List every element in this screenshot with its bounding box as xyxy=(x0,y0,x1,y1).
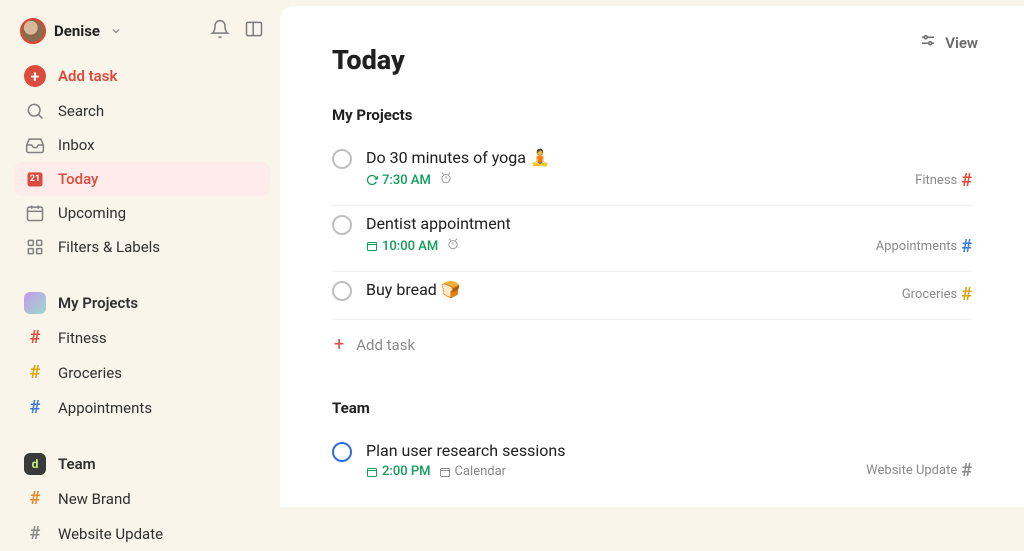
team-project-new-brand[interactable]: # New Brand xyxy=(14,481,270,516)
grid-icon xyxy=(24,237,46,257)
add-task-label: Add task xyxy=(58,67,117,85)
task-row[interactable]: Plan user research sessions 2:00 PM Cale… xyxy=(332,433,972,495)
recurring-icon xyxy=(366,174,378,186)
task-name: Do 30 minutes of yoga 🧘 xyxy=(366,148,972,167)
project-label: Appointments xyxy=(58,399,152,417)
task-checkbox[interactable] xyxy=(332,442,352,462)
plus-circle-icon: + xyxy=(24,65,46,87)
sidebar-header: Denise xyxy=(14,14,270,58)
main-panel: View Today My Projects Do 30 minutes of … xyxy=(280,6,1024,507)
link-icon xyxy=(439,466,451,478)
task-time: 10:00 AM xyxy=(366,239,438,254)
task-project-tag[interactable]: Fitness # xyxy=(915,170,972,191)
sidebar-item-label: Today xyxy=(58,170,98,188)
task-checkbox[interactable] xyxy=(332,149,352,169)
sidebar-projects-section: My Projects # Fitness # Groceries # Appo… xyxy=(14,286,270,425)
hash-icon: # xyxy=(961,170,972,191)
hash-icon: # xyxy=(30,327,41,348)
sidebar-item-upcoming[interactable]: Upcoming xyxy=(14,196,270,230)
project-label: New Brand xyxy=(58,490,131,508)
panel-toggle-icon[interactable] xyxy=(244,19,264,43)
task-body: Buy bread 🍞 xyxy=(366,280,972,303)
project-fitness[interactable]: # Fitness xyxy=(14,320,270,355)
task-project-tag[interactable]: Appointments # xyxy=(876,236,972,257)
task-group-team: Team Plan user research sessions 2:00 PM… xyxy=(332,399,972,495)
task-row[interactable]: Dentist appointment 10:00 AM Appointment… xyxy=(332,206,972,272)
sidebar-item-inbox[interactable]: Inbox xyxy=(14,128,270,162)
task-group-my-projects: My Projects Do 30 minutes of yoga 🧘 7:30… xyxy=(332,106,972,369)
sliders-icon xyxy=(919,32,937,54)
add-task-inline[interactable]: + Add task xyxy=(332,320,972,369)
project-groceries[interactable]: # Groceries xyxy=(14,355,270,390)
hash-icon: # xyxy=(961,460,972,481)
task-project-tag[interactable]: Website Update # xyxy=(866,460,972,481)
group-title: My Projects xyxy=(332,106,972,124)
hash-icon: # xyxy=(961,284,972,305)
task-meta: 7:30 AM xyxy=(366,171,972,189)
group-title: Team xyxy=(332,399,972,417)
project-label: Groceries xyxy=(58,364,122,382)
inbox-icon xyxy=(24,135,46,155)
sidebar-item-label: Search xyxy=(58,102,104,120)
chevron-down-icon xyxy=(110,22,122,41)
alarm-icon xyxy=(446,237,460,255)
user-name: Denise xyxy=(54,22,100,40)
alarm-icon xyxy=(439,171,453,189)
team-project-website-update[interactable]: # Website Update xyxy=(14,516,270,551)
search-icon xyxy=(24,101,46,121)
task-row[interactable]: Buy bread 🍞 Groceries # xyxy=(332,272,972,320)
sidebar-item-label: Upcoming xyxy=(58,204,126,222)
projects-header[interactable]: My Projects xyxy=(14,286,270,320)
view-button[interactable]: View xyxy=(919,32,978,54)
hash-icon: # xyxy=(30,488,41,509)
sidebar-item-label: Filters & Labels xyxy=(58,238,160,256)
task-name: Plan user research sessions xyxy=(366,441,972,460)
team-header-label: Team xyxy=(58,455,96,473)
task-checkbox[interactable] xyxy=(332,281,352,301)
sidebar: Denise + Add task Search Inbox xyxy=(0,0,280,507)
sidebar-item-search[interactable]: Search xyxy=(14,94,270,128)
task-time: 7:30 AM xyxy=(366,173,431,188)
hash-icon: # xyxy=(961,236,972,257)
calendar-small-icon xyxy=(366,466,378,478)
calendar-small-icon xyxy=(366,240,378,252)
calendar-link[interactable]: Calendar xyxy=(439,464,507,479)
add-task-button[interactable]: + Add task xyxy=(14,58,270,94)
hash-icon: # xyxy=(30,362,41,383)
task-row[interactable]: Do 30 minutes of yoga 🧘 7:30 AM Fitness … xyxy=(332,140,972,206)
sidebar-item-today[interactable]: 21 Today xyxy=(14,162,270,196)
hash-icon: # xyxy=(30,397,41,418)
calendar-icon xyxy=(24,203,46,223)
add-task-label: Add task xyxy=(356,336,415,354)
plus-icon: + xyxy=(334,334,344,355)
team-badge-icon: d xyxy=(24,453,46,475)
user-menu[interactable]: Denise xyxy=(20,18,122,44)
task-checkbox[interactable] xyxy=(332,215,352,235)
team-header[interactable]: d Team xyxy=(14,447,270,481)
projects-header-label: My Projects xyxy=(58,294,138,312)
projects-badge-icon xyxy=(24,292,46,314)
project-label: Website Update xyxy=(58,525,163,543)
page-title: Today xyxy=(332,44,972,76)
view-label: View xyxy=(945,34,978,52)
task-name: Dentist appointment xyxy=(366,214,972,233)
project-appointments[interactable]: # Appointments xyxy=(14,390,270,425)
sidebar-item-label: Inbox xyxy=(58,136,95,154)
header-icons xyxy=(210,19,264,43)
sidebar-team-section: d Team # New Brand # Website Update xyxy=(14,447,270,551)
calendar-today-icon: 21 xyxy=(25,169,45,189)
task-name: Buy bread 🍞 xyxy=(366,280,972,299)
bell-icon[interactable] xyxy=(210,19,230,43)
project-label: Fitness xyxy=(58,329,107,347)
task-time: 2:00 PM xyxy=(366,464,431,479)
hash-icon: # xyxy=(30,523,41,544)
sidebar-item-filters[interactable]: Filters & Labels xyxy=(14,230,270,264)
avatar xyxy=(20,18,46,44)
task-project-tag[interactable]: Groceries # xyxy=(902,284,972,305)
task-body: Do 30 minutes of yoga 🧘 7:30 AM xyxy=(366,148,972,189)
